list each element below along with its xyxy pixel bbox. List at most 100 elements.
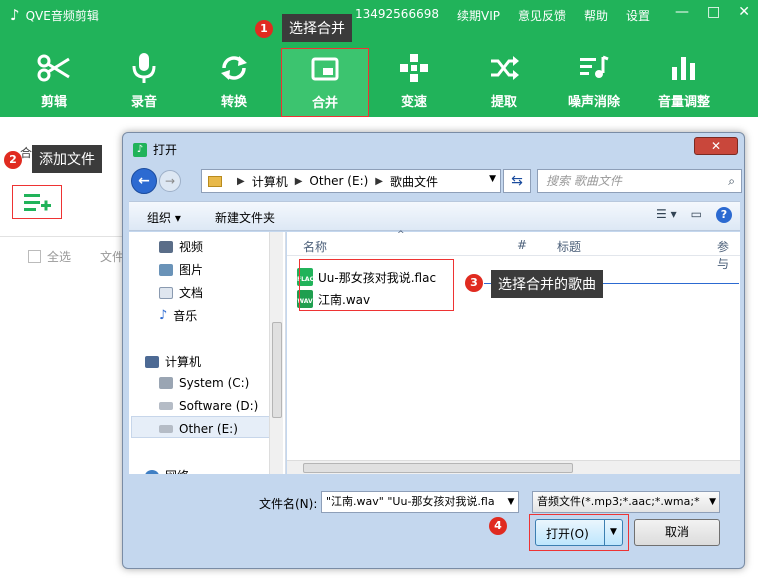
preview-pane-icon[interactable]: ▭ xyxy=(691,207,702,223)
callout-3-text: 选择合并的歌曲 xyxy=(491,270,603,298)
callout-4-number: 4 xyxy=(489,517,507,535)
minimize-icon[interactable]: — xyxy=(675,4,689,20)
refresh-icon[interactable]: ⇆ xyxy=(503,169,531,193)
breadcrumb-drive[interactable]: Other (E:) xyxy=(309,174,368,188)
chevron-down-icon[interactable]: ▼ xyxy=(709,492,716,512)
file-selection-highlight xyxy=(299,259,454,311)
callout-1-number: 1 xyxy=(255,20,273,38)
address-bar[interactable]: ▶ 计算机 ▶ Other (E:) ▶ 歌曲文件 ▼ xyxy=(201,169,501,193)
nav-item-videos[interactable]: 视频 xyxy=(159,238,203,255)
new-folder-button[interactable]: 新建文件夹 xyxy=(215,209,275,226)
link-feedback[interactable]: 意见反馈 xyxy=(518,7,566,24)
document-library-icon xyxy=(159,286,173,299)
search-input[interactable]: 搜索 歌曲文件 ⌕ xyxy=(537,169,742,193)
column-title[interactable]: 标题 xyxy=(557,238,581,255)
volume-icon xyxy=(640,48,728,88)
organize-menu[interactable]: 组织 ▾ xyxy=(147,209,181,226)
tool-cut[interactable]: 剪辑 xyxy=(10,48,98,117)
command-bar: 组织 ▾ 新建文件夹 ☰ ▾ ▭ ? xyxy=(129,201,740,231)
link-vip[interactable]: 续期VIP xyxy=(457,7,500,24)
back-arrow-icon[interactable]: ← xyxy=(131,168,157,194)
app-title: ♪ QVE音频剪辑 xyxy=(10,6,99,24)
filename-input[interactable]: "江南.wav" "Uu-那女孩对我说.fla ▼ xyxy=(321,491,519,513)
callout-3-number: 3 xyxy=(465,274,483,292)
nav-item-drive-d[interactable]: Software (D:) xyxy=(159,399,258,413)
select-all-label: 全选 xyxy=(47,250,72,264)
search-icon[interactable]: ⌕ xyxy=(728,170,735,192)
column-headers: 名称 ^ # 标题 参与 xyxy=(287,230,740,271)
dialog-close-button[interactable]: ✕ xyxy=(694,137,738,155)
tool-record[interactable]: 录音 xyxy=(100,48,188,117)
nav-item-computer[interactable]: 计算机 xyxy=(145,353,201,370)
callout-2-text: 添加文件 xyxy=(32,145,102,173)
search-placeholder: 搜索 歌曲文件 xyxy=(546,174,622,188)
chevron-down-icon[interactable]: ▼ xyxy=(504,492,518,512)
maximize-icon[interactable]: □ xyxy=(707,4,720,20)
music-note-icon: ♪ xyxy=(10,6,20,24)
file-type-select[interactable]: 音频文件(*.mp3;*.aac;*.wma;* ▼ xyxy=(532,491,720,513)
navigation-bar: ← → ▶ 计算机 ▶ Other (E:) ▶ 歌曲文件 ▼ ⇆ 搜索 歌曲文… xyxy=(129,167,742,195)
music-library-icon: ♪ xyxy=(159,308,168,323)
breadcrumb-folder[interactable]: 歌曲文件 xyxy=(390,173,438,190)
horizontal-scrollbar[interactable] xyxy=(287,460,740,474)
select-all[interactable]: 全选 xyxy=(28,248,71,265)
view-options-icon[interactable]: ☰ ▾ xyxy=(656,207,677,223)
merge-icon xyxy=(282,49,368,89)
chevron-down-icon[interactable]: ▼ xyxy=(604,520,622,545)
divider xyxy=(0,236,130,237)
noise-icon xyxy=(550,48,638,88)
nav-item-documents[interactable]: 文档 xyxy=(159,284,203,301)
tool-noise[interactable]: 噪声消除 xyxy=(550,48,638,117)
drive-icon xyxy=(159,402,173,410)
computer-icon xyxy=(145,355,159,368)
cancel-button[interactable]: 取消 xyxy=(634,519,720,546)
extract-icon xyxy=(460,48,548,88)
microphone-icon xyxy=(100,48,188,88)
breadcrumb-separator-icon: ▶ xyxy=(375,175,383,187)
select-all-checkbox[interactable] xyxy=(28,250,41,263)
network-icon xyxy=(145,469,159,474)
window-controls: — □ ✕ xyxy=(675,4,750,20)
open-button[interactable]: 打开(O) ▼ xyxy=(535,519,623,546)
help-icon[interactable]: ? xyxy=(716,207,732,223)
breadcrumb-separator-icon: ▶ xyxy=(237,175,245,187)
filename-value: "江南.wav" "Uu-那女孩对我说.fla xyxy=(326,495,495,508)
open-button-label: 打开(O) xyxy=(546,527,589,541)
nav-item-drive-e[interactable]: Other (E:) xyxy=(159,422,238,436)
app-title-text: QVE音频剪辑 xyxy=(25,8,99,23)
breadcrumb-computer[interactable]: 计算机 xyxy=(252,173,288,190)
app-header: ♪ QVE音频剪辑 13492566698 续期VIP 意见反馈 帮助 设置 —… xyxy=(0,0,758,117)
column-number[interactable]: # xyxy=(517,238,527,252)
nav-item-network[interactable]: 网络 xyxy=(145,467,189,474)
tool-convert[interactable]: 转换 xyxy=(190,48,278,117)
dialog-title: ♪ 打开 xyxy=(133,141,177,158)
link-help[interactable]: 帮助 xyxy=(584,7,608,24)
column-artist[interactable]: 参与 xyxy=(717,238,740,272)
phone-number: 13492566698 xyxy=(355,7,439,21)
main-toolbar: 剪辑 录音 转换 合并 变速 提取 噪声消除 音量调整 xyxy=(0,48,758,117)
sort-indicator-icon: ^ xyxy=(397,230,405,240)
nav-item-music[interactable]: ♪ 音乐 xyxy=(159,307,197,324)
horizontal-scrollbar-thumb[interactable] xyxy=(303,463,573,473)
add-file-button[interactable] xyxy=(12,185,62,219)
open-button-highlight: 打开(O) ▼ xyxy=(529,514,629,551)
speed-icon xyxy=(370,48,458,88)
forward-arrow-icon[interactable]: → xyxy=(159,170,181,192)
tool-extract[interactable]: 提取 xyxy=(460,48,548,117)
tool-volume[interactable]: 音量调整 xyxy=(640,48,728,117)
breadcrumb-separator-icon: ▶ xyxy=(294,175,303,187)
link-settings[interactable]: 设置 xyxy=(626,7,650,24)
column-name[interactable]: 名称 xyxy=(303,238,327,255)
nav-item-drive-c[interactable]: System (C:) xyxy=(159,376,249,390)
video-library-icon xyxy=(159,240,173,253)
nav-scrollbar-thumb[interactable] xyxy=(272,322,282,418)
close-icon[interactable]: ✕ xyxy=(738,4,750,20)
callout-2-number: 2 xyxy=(4,151,22,169)
nav-item-pictures[interactable]: 图片 xyxy=(159,261,203,278)
app-note-icon: ♪ xyxy=(133,142,147,157)
tool-merge[interactable]: 合并 xyxy=(281,48,369,117)
nav-scrollbar[interactable] xyxy=(269,232,283,474)
filename-label: 文件名(N): xyxy=(259,497,318,511)
address-dropdown-icon[interactable]: ▼ xyxy=(489,174,496,184)
tool-speed[interactable]: 变速 xyxy=(370,48,458,117)
